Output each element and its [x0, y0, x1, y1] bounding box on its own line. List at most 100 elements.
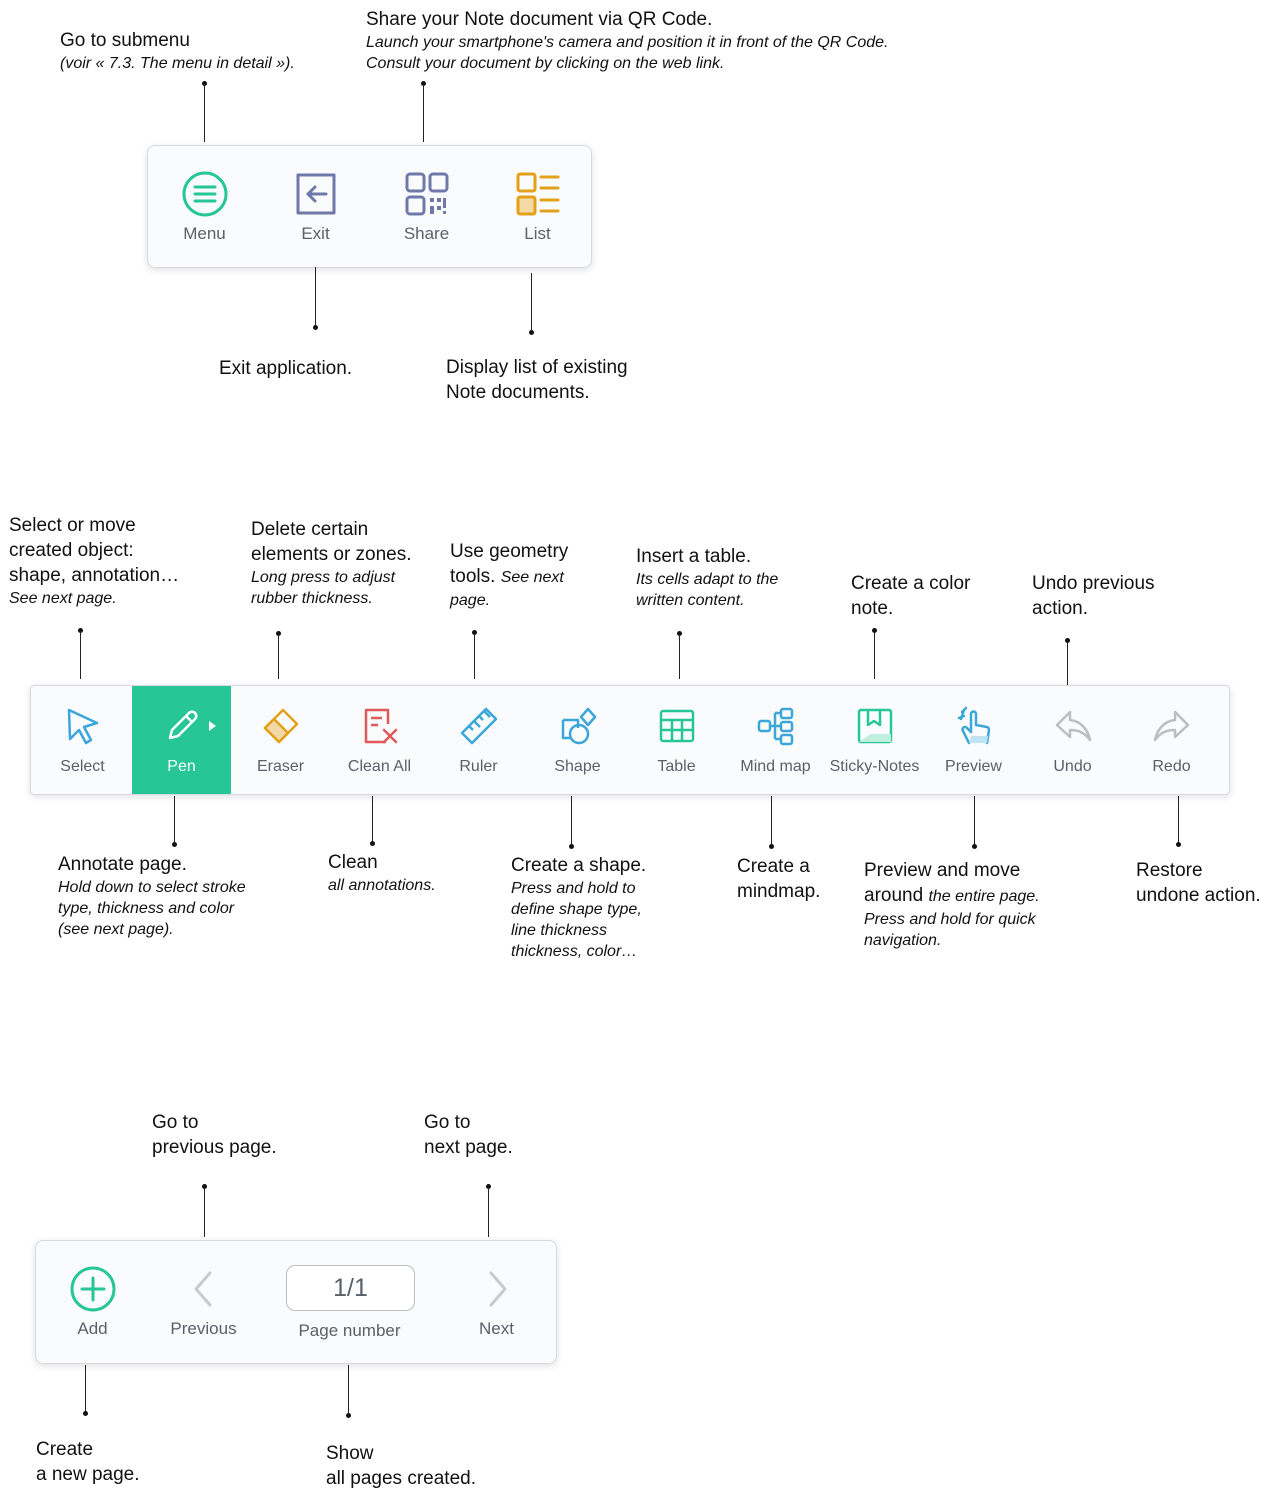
table-button-label: Table [657, 758, 696, 775]
mindmap-leader-dot [769, 844, 774, 849]
sticky-notes-button[interactable]: Sticky-Notes [825, 686, 924, 794]
pen-annotation: Annotate page. Hold down to select strok… [58, 852, 246, 940]
add-page-button-label: Add [77, 1319, 108, 1338]
preview-button[interactable]: Preview [924, 686, 1023, 794]
pen-options-caret-icon [209, 721, 216, 731]
clean-all-icon [364, 708, 397, 744]
undo-annotation: Undo previous action. [1032, 571, 1155, 621]
clean-all-button[interactable]: Clean All [330, 686, 429, 794]
pen-annotation-note-2: type, thickness and color [58, 900, 235, 917]
select-annotation: Select or move created object: shape, an… [9, 513, 179, 609]
ruler-annotation-line-2: tools. See next [450, 564, 568, 590]
shape-annotation: Create a shape. Press and hold to define… [511, 853, 646, 962]
undo-annotation-line-2: action. [1032, 598, 1088, 619]
undo-annotation-line-1: Undo previous [1032, 573, 1155, 594]
page-leader-dot [346, 1413, 351, 1418]
preview-annotation-note-2: navigation. [864, 932, 942, 949]
shape-button[interactable]: Shape [528, 686, 627, 794]
page-annotation-line-2: all pages created. [326, 1468, 476, 1489]
list-annotation-line-2: Note documents. [446, 382, 590, 403]
previous-leader-line [204, 1187, 205, 1237]
eraser-annotation-line-1: Delete certain [251, 519, 369, 540]
preview-annotation: Preview and move around the entire page.… [864, 858, 1040, 951]
share-button[interactable]: Share [375, 170, 478, 244]
shape-leader-line [571, 796, 572, 846]
list-leader-line [531, 273, 532, 331]
menu-leader-line [204, 84, 205, 142]
undo-icon [1055, 710, 1091, 742]
sticky-notes-button-label: Sticky-Notes [829, 758, 920, 775]
hand-preview-icon [957, 706, 990, 745]
preview-leader-line [974, 796, 975, 846]
ruler-annotation-line-2b: See next [500, 569, 564, 586]
exit-button[interactable]: Exit [264, 170, 367, 244]
redo-button-label: Redo [1152, 758, 1191, 775]
redo-leader-line [1178, 796, 1179, 844]
ruler-leader-line [474, 633, 475, 679]
eraser-button[interactable]: Eraser [231, 686, 330, 794]
top-menu-panel: Menu Exit Share List [147, 145, 592, 268]
previous-annotation-line-2: previous page. [152, 1137, 277, 1158]
previous-page-button-label: Previous [170, 1319, 237, 1338]
share-annotation-title: Share your Note document via QR Code. [366, 9, 713, 30]
redo-icon [1153, 710, 1189, 742]
pen-icon [168, 710, 197, 740]
exit-annotation-title: Exit application. [219, 358, 353, 379]
ruler-button[interactable]: Ruler [429, 686, 528, 794]
select-leader-line [80, 631, 81, 679]
sticky-leader-line [874, 631, 875, 679]
shape-leader-dot [569, 844, 574, 849]
list-button-label: List [524, 224, 551, 243]
page-navigation-panel: Add Previous 1/1 Page number Next [35, 1240, 557, 1364]
add-annotation: Create a new page. [36, 1437, 140, 1487]
list-annotation: Display list of existing Note documents. [446, 355, 628, 405]
exit-button-label: Exit [301, 224, 330, 243]
pen-annotation-title: Annotate page. [58, 854, 187, 875]
mindmap-annotation-line-2: mindmap. [737, 881, 821, 902]
redo-annotation-line-1: Restore [1136, 860, 1203, 881]
mindmap-annotation-line-1: Create a [737, 856, 810, 877]
page-number-label: Page number [298, 1321, 401, 1340]
share-annotation-note-1: Launch your smartphone's camera and posi… [366, 34, 889, 51]
menu-button[interactable]: Menu [153, 170, 256, 244]
eraser-icon [263, 708, 298, 744]
add-annotation-line-1: Create [36, 1439, 94, 1460]
menu-annotation-title: Go to submenu [60, 30, 190, 51]
shape-button-label: Shape [554, 758, 601, 775]
redo-button[interactable]: Redo [1122, 686, 1221, 794]
add-page-button[interactable]: Add [40, 1265, 145, 1339]
clean-leader-line [372, 796, 373, 843]
page-number-field[interactable]: 1/1 [286, 1265, 415, 1311]
table-annotation: Insert a table. Its cells adapt to the w… [636, 544, 778, 611]
clean-leader-dot [370, 841, 375, 846]
next-leader-line [488, 1187, 489, 1237]
table-leader-line [679, 634, 680, 679]
shape-annotation-title: Create a shape. [511, 855, 647, 876]
clean-annotation-title: Clean [328, 852, 378, 873]
select-annotation-line-2: created object: [9, 540, 134, 561]
table-annotation-line-1: Insert a table. [636, 546, 752, 567]
list-button[interactable]: List [486, 170, 589, 244]
ruler-annotation-line-2a: tools. [450, 566, 496, 587]
menu-annotation-note: (voir « 7.3. The menu in detail »). [60, 55, 295, 72]
next-page-button[interactable]: Next [444, 1265, 549, 1339]
share-annotation-note-2: Consult your document by clicking on the… [366, 55, 725, 72]
preview-annotation-line-2b: the entire page. [928, 888, 1040, 905]
main-toolbar: Select Pen Eraser Clean All Ruler Shape … [30, 685, 1230, 795]
shape-icon [561, 707, 596, 745]
redo-annotation: Restore undone action. [1136, 858, 1261, 908]
previous-page-button[interactable]: Previous [151, 1265, 256, 1339]
pen-button[interactable]: Pen [132, 686, 231, 794]
mind-map-button[interactable]: Mind map [726, 686, 825, 794]
shape-annotation-note-1: Press and hold to [511, 880, 636, 897]
share-leader-line [423, 84, 424, 142]
sticky-note-icon [857, 708, 892, 744]
table-button[interactable]: Table [627, 686, 726, 794]
undo-button[interactable]: Undo [1023, 686, 1122, 794]
undo-button-label: Undo [1053, 758, 1092, 775]
previous-annotation-line-1: Go to [152, 1112, 199, 1133]
sticky-annotation: Create a color note. [851, 571, 970, 621]
select-button[interactable]: Select [33, 686, 132, 794]
preview-annotation-line-2: around the entire page. [864, 883, 1040, 909]
exit-icon [296, 173, 335, 215]
